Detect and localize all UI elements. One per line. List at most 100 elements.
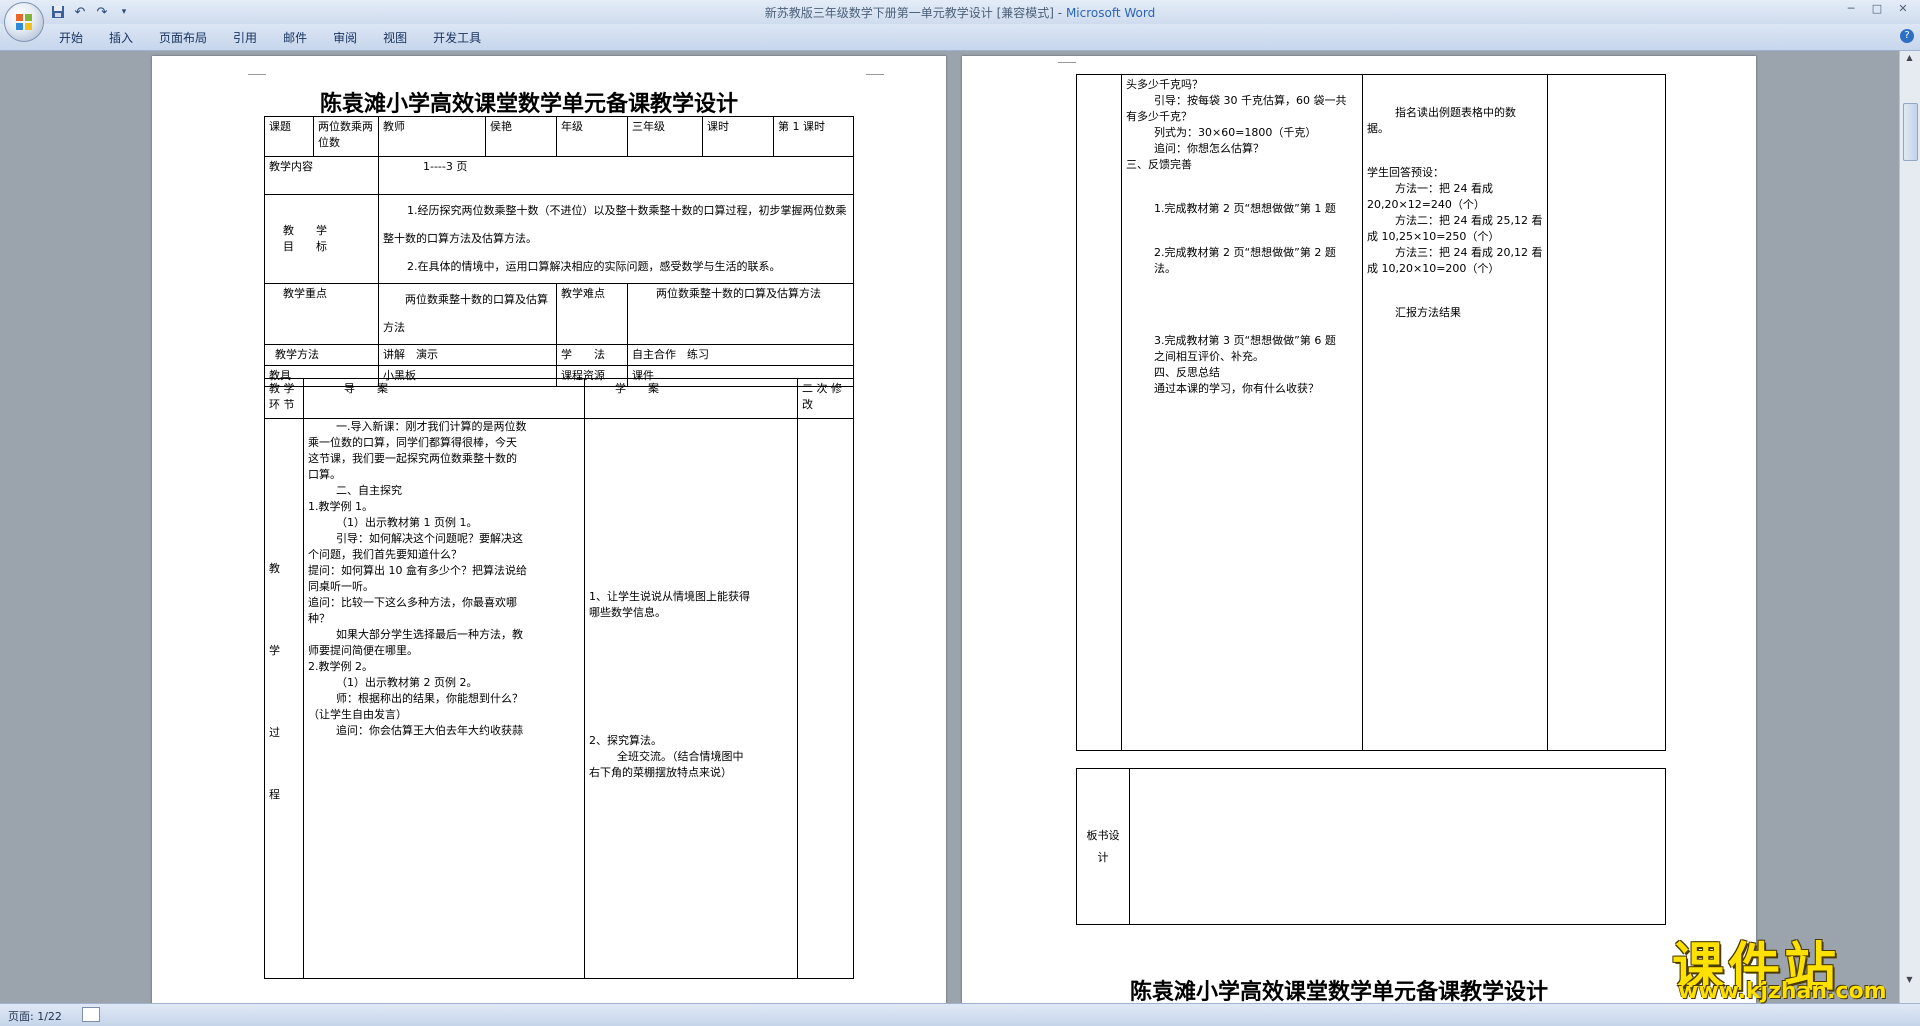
guide-spacer: [1126, 173, 1358, 201]
guide-line: 追问：你会估算王大伯去年大约收获蒜: [336, 724, 523, 737]
guide-line: 种？: [308, 612, 330, 625]
revise-cell[interactable]: [1547, 74, 1666, 751]
guide-line: 三、反馈完善: [1126, 158, 1192, 171]
study-line: 哪些数学信息。: [589, 606, 666, 619]
study-line: 1、让学生说说从情境图上能获得: [589, 590, 750, 603]
scroll-up-icon[interactable]: ▲: [1903, 53, 1916, 65]
tab-home[interactable]: 开始: [46, 29, 96, 47]
title-separator: -: [1053, 6, 1066, 20]
guide-line: 这节课，我们要一起探究两位数乘整十数的: [308, 452, 517, 465]
goal-label-line: 教 学: [283, 224, 327, 237]
difficulty-value: 两位数乘整十数的口算及估算方法: [627, 283, 854, 345]
site-watermark: 课件站 www.kjzhan.com: [1672, 925, 1904, 1004]
window-title: 新苏教版三年级数学下册第一单元教学设计 [兼容模式] - Microsoft W…: [0, 4, 1920, 21]
stage-char: 教: [269, 562, 280, 575]
guide-line: 口算。: [308, 468, 341, 481]
window-controls: ─ □ ✕: [1838, 0, 1916, 18]
study-line: 汇报方法结果: [1395, 306, 1461, 319]
guide-line: 有多少千克？: [1126, 110, 1192, 123]
stage-spacer: [269, 421, 299, 561]
board-design-cell[interactable]: [1129, 768, 1666, 925]
study-column-header: 学 案: [584, 378, 798, 419]
close-button[interactable]: ✕: [1890, 0, 1916, 18]
stage-cell: 教 学 过 程: [264, 418, 304, 979]
study-line: 方法三：把 24 看成 20,12 看: [1395, 246, 1543, 259]
study-spacer: [589, 421, 793, 589]
ribbon: 开始 插入 页面布局 引用 邮件 审阅 视图 开发工具 ?: [0, 24, 1920, 51]
key-value: 两位数乘整十数的口算及估算方法: [378, 283, 557, 345]
study-spacer: [1367, 77, 1543, 105]
guide-cell: 一.导入新课：刚才我们计算的是两位数 乘一位数的口算，同学们都算得很棒，今天 这…: [303, 418, 585, 979]
guide-line: 师要提问简便在哪里。: [308, 644, 418, 657]
board-design-table: 板书设计: [1076, 768, 1666, 925]
study-cell: 1、让学生说说从情境图上能获得 哪些数学信息。 2、探究算法。 全班交流。（结合…: [584, 418, 798, 979]
guide-line: 二、自主探究: [336, 484, 402, 497]
study-line: 成 10,25×10=250（个）: [1367, 230, 1500, 243]
page-counter[interactable]: 页面: 1/22: [8, 1008, 62, 1024]
page-1[interactable]: 陈袁滩小学高效课堂数学单元备课教学设计 课题 两位数乘两位数 教师 侯艳 年级 …: [152, 56, 946, 1003]
content-value: 1----3 页: [378, 156, 854, 195]
vertical-scrollbar[interactable]: ▲ ▼: [1899, 51, 1920, 1003]
study-spacer: [589, 621, 793, 733]
scroll-down-icon[interactable]: ▼: [1903, 975, 1916, 987]
study-line: 右下角的菜棚摆放特点来说）: [589, 766, 732, 779]
process-table-continued: 头多少千克吗？ 引导：按每袋 30 千克估算，60 袋一共 有多少千克？ 列式为…: [1076, 74, 1666, 751]
help-icon[interactable]: ?: [1900, 29, 1914, 43]
guide-line: （1）出示教材第 1 页例 1。: [336, 516, 478, 529]
guide-line: 之间相互评价、补充。: [1154, 350, 1264, 363]
office-button[interactable]: [4, 2, 44, 42]
study-line: 方法一：把 24 看成: [1395, 182, 1493, 195]
page-2[interactable]: 头多少千克吗？ 引导：按每袋 30 千克估算，60 袋一共 有多少千克？ 列式为…: [962, 56, 1756, 1003]
study-line: 2、探究算法。: [589, 734, 662, 747]
grade-value: 三年级: [627, 116, 703, 157]
learn-label: 学 法: [556, 344, 628, 366]
guide-line: 2.完成教材第 2 页“想想做做”第 2 题: [1154, 246, 1336, 259]
revise-column-header: 二 次 修 改: [797, 378, 854, 419]
guide-line: 引导：按每袋 30 千克估算，60 袋一共: [1154, 94, 1347, 107]
tab-insert[interactable]: 插入: [96, 29, 146, 47]
tab-view[interactable]: 视图: [370, 29, 420, 47]
tab-mailings[interactable]: 邮件: [270, 29, 320, 47]
document-workspace[interactable]: 陈袁滩小学高效课堂数学单元备课教学设计 课题 两位数乘两位数 教师 侯艳 年级 …: [0, 51, 1900, 1003]
tab-review[interactable]: 审阅: [320, 29, 370, 47]
guide-line: （1）出示教材第 2 页例 2。: [336, 676, 478, 689]
status-bar: 页面: 1/22: [0, 1003, 1920, 1026]
guide-spacer: [1126, 217, 1358, 245]
study-line: 20,20×12=240（个）: [1367, 198, 1485, 211]
guide-line: 通过本课的学习，你有什么收获？: [1154, 382, 1319, 395]
maximize-button[interactable]: □: [1864, 0, 1890, 18]
revise-cell[interactable]: [797, 418, 854, 979]
crop-mark: [248, 64, 266, 75]
goal-1: 1.经历探究两位数乘整十数（不进位）以及整十数乘整十数的口算过程，初步掌握两位数…: [383, 204, 847, 245]
guide-line: 如果大部分学生选择最后一种方法，教: [336, 628, 523, 641]
difficulty-label: 教学难点: [556, 283, 628, 345]
study-spacer: [1367, 277, 1543, 305]
guide-line: （让学生自由发言）: [308, 708, 407, 721]
guide-line: 列式为：30×60=1800（千克）: [1154, 126, 1317, 139]
tab-page-layout[interactable]: 页面布局: [146, 29, 220, 47]
guide-line: 法。: [1154, 262, 1176, 275]
tab-references[interactable]: 引用: [220, 29, 270, 47]
proofing-icon[interactable]: [82, 1007, 100, 1022]
scrollbar-thumb[interactable]: [1903, 103, 1918, 161]
office-logo-icon: [16, 14, 32, 30]
document-title-next: 陈袁滩小学高效课堂数学单元备课教学设计: [1130, 979, 1549, 1003]
study-line: 指名读出例题表格中的数: [1395, 106, 1516, 119]
document-name: 新苏教版三年级数学下册第一单元教学设计 [兼容模式]: [764, 6, 1054, 20]
guide-spacer: [1126, 277, 1358, 333]
guide-line: 一.导入新课：刚才我们计算的是两位数: [336, 420, 527, 433]
study-line: 成 10,20×10=200（个）: [1367, 262, 1500, 275]
stage-char: 学: [269, 644, 280, 657]
stage-char: 过: [269, 726, 280, 739]
guide-line: 个问题，我们首先要知道什么？: [308, 548, 462, 561]
study-line: 全班交流。（结合情境图中: [617, 750, 744, 763]
period-label: 课时: [702, 116, 774, 157]
goal-value: 1.经历探究两位数乘整十数（不进位）以及整十数乘整十数的口算过程，初步掌握两位数…: [378, 194, 854, 284]
guide-line: 1.完成教材第 2 页“想想做做”第 1 题: [1154, 202, 1336, 215]
tab-developer[interactable]: 开发工具: [420, 29, 494, 47]
stage-column-header: 教 学 环 节: [264, 378, 304, 419]
board-design-label: 板书设计: [1076, 768, 1130, 925]
minimize-button[interactable]: ─: [1838, 0, 1864, 18]
crop-mark: [866, 64, 884, 75]
crop-mark: [1058, 56, 1076, 63]
